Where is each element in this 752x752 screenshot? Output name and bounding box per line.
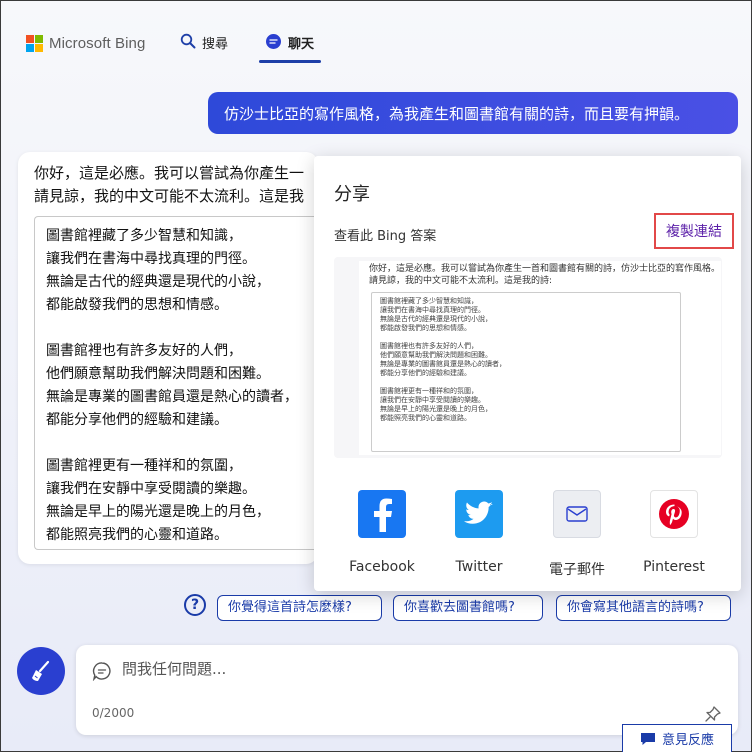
- preview-poem-line: 無論是早上的陽光還是晚上的月色，: [380, 405, 492, 413]
- broom-icon: [32, 660, 50, 681]
- share-preview: 你好，這是必應。我可以嘗試為你產生一首和圖書館有關的詩，仿沙士比亞的寫作風格。 …: [334, 257, 722, 458]
- poem-line: 圖書館裡更有一種祥和的氛圍，: [46, 458, 242, 474]
- bot-intro-line: 你好，這是必應。我可以嘗試為你產生一: [34, 164, 305, 182]
- suggestion-chip[interactable]: 你喜歡去圖書館嗎?: [393, 595, 543, 621]
- poem-line: 無論是專業的圖書館員還是熱心的讀者，: [46, 389, 298, 405]
- poem-line: 圖書館裡也有許多友好的人們，: [46, 343, 242, 359]
- preview-intro-line: 請見諒，我的中文可能不太流利。這是我的詩:: [369, 276, 553, 286]
- poem-line: 無論是早上的陽光還是晚上的月色，: [46, 504, 270, 520]
- poem-line: 圖書館裡藏了多少智慧和知識，: [46, 228, 242, 244]
- tab-chat-label: 聊天: [288, 37, 315, 52]
- chat-input-card: 0/2000: [76, 645, 738, 735]
- preview-poem-line: [380, 378, 680, 387]
- feedback-icon: [640, 732, 655, 745]
- mail-icon: [566, 506, 588, 522]
- preview-poem-line: 圖書館裡藏了多少智慧和知識，: [380, 297, 478, 305]
- preview-poem-line: 無論是專業的圖書館員還是熱心的讀者，: [380, 360, 506, 368]
- suggestion-chip[interactable]: 你會寫其他語言的詩嗎?: [556, 595, 731, 621]
- poem-box: 圖書館裡藏了多少智慧和知識， 讓我們在書海中尋找真理的門徑。 無論是古代的經典還…: [34, 216, 334, 550]
- brand-name: Microsoft Bing: [49, 35, 146, 52]
- user-message-text: 仿沙士比亞的寫作風格，為我產生和圖書館有關的詩，而且要有押韻。: [224, 104, 690, 123]
- header: Microsoft Bing 搜尋 聊天: [1, 1, 752, 65]
- preview-poem-line: 圖書館裡更有一種祥和的氛圍，: [380, 387, 478, 395]
- share-twitter-button[interactable]: [455, 490, 503, 538]
- share-pinterest-button[interactable]: [650, 490, 698, 538]
- active-tab-indicator: [259, 60, 321, 63]
- bing-logo[interactable]: Microsoft Bing: [26, 35, 145, 52]
- poem-line: 讓我們在書海中尋找真理的門徑。: [46, 251, 256, 267]
- help-question-icon[interactable]: ?: [184, 594, 206, 616]
- bot-intro-text: 你好，這是必應。我可以嘗試為你產生一 請見諒，我的中文可能不太流利。這是我: [34, 162, 324, 208]
- share-facebook-label: Facebook: [349, 559, 415, 575]
- poem-line: [46, 317, 334, 340]
- preview-poem-line: 都能分享他們的經驗和建議。: [380, 369, 471, 377]
- chat-bubble-icon: [92, 662, 111, 681]
- preview-poem-line: 無論是古代的經典還是現代的小說，: [380, 315, 492, 323]
- poem-line: 他們願意幫助我們解決問題和困難。: [46, 366, 270, 382]
- poem-line: 都能分享他們的經驗和建議。: [46, 412, 228, 428]
- share-email-button[interactable]: [553, 490, 601, 538]
- suggestion-chip[interactable]: 你覺得這首詩怎麼樣?: [217, 595, 382, 621]
- poem-line: 無論是古代的經典還是現代的小說，: [46, 274, 270, 290]
- bot-intro-line: 請見諒，我的中文可能不太流利。這是我: [34, 187, 305, 205]
- share-pinterest-label: Pinterest: [643, 559, 705, 575]
- user-message-bubble: 仿沙士比亞的寫作風格，為我產生和圖書館有關的詩，而且要有押韻。: [208, 92, 738, 134]
- preview-poem-line: 讓我們在安靜中享受閱讀的樂趣。: [380, 396, 485, 404]
- preview-poem-line: 都能照亮我們的心靈和道路。: [380, 414, 471, 422]
- share-panel: 分享 查看此 Bing 答案 複製連結 你好，這是必應。我可以嘗試為你產生一首和…: [314, 156, 741, 591]
- tab-chat[interactable]: 聊天: [265, 33, 314, 63]
- bot-response-card: 你好，這是必應。我可以嘗試為你產生一 請見諒，我的中文可能不太流利。這是我 圖書…: [18, 152, 334, 564]
- preview-intro: 你好，這是必應。我可以嘗試為你產生一首和圖書館有關的詩，仿沙士比亞的寫作風格。 …: [369, 263, 720, 287]
- poem-line: 都能照亮我們的心靈和道路。: [46, 527, 228, 543]
- pin-icon[interactable]: [704, 705, 722, 723]
- share-facebook-button[interactable]: [358, 490, 406, 538]
- twitter-icon: [464, 501, 493, 524]
- preview-poem-line: [380, 333, 680, 342]
- poem-line: 讓我們在安靜中享受閱讀的樂趣。: [46, 481, 256, 497]
- search-icon: [180, 33, 196, 49]
- preview-poem-line: 他們願意幫助我們解決問題和困難。: [380, 351, 492, 359]
- facebook-icon: [374, 498, 392, 532]
- share-title: 分享: [334, 184, 370, 205]
- feedback-button[interactable]: 意見反應: [622, 724, 732, 752]
- preview-poem-box: 圖書館裡藏了多少智慧和知識， 讓我們在書海中尋找真理的門徑。 無論是古代的經典還…: [371, 292, 681, 452]
- new-topic-button[interactable]: [17, 647, 65, 695]
- copy-link-button[interactable]: 複製連結: [654, 213, 734, 249]
- share-email-label: 電子郵件: [549, 562, 605, 578]
- poem-line: 都能啟發我們的思想和情感。: [46, 297, 228, 313]
- feedback-label: 意見反應: [661, 733, 714, 748]
- tab-search[interactable]: 搜尋: [180, 33, 228, 63]
- chat-input[interactable]: [122, 657, 682, 681]
- microsoft-logo-icon: [26, 35, 43, 52]
- preview-poem-line: 圖書館裡也有許多友好的人們，: [380, 342, 478, 350]
- preview-card: 你好，這是必應。我可以嘗試為你產生一首和圖書館有關的詩，仿沙士比亞的寫作風格。 …: [359, 261, 721, 455]
- share-twitter-label: Twitter: [455, 559, 503, 575]
- preview-poem-line: 都能啟發我們的思想和情感。: [380, 324, 471, 332]
- share-subtitle: 查看此 Bing 答案: [334, 229, 437, 244]
- char-counter: 0/2000: [92, 706, 135, 720]
- preview-poem-line: 讓我們在書海中尋找真理的門徑。: [380, 306, 485, 314]
- pinterest-icon: [659, 499, 689, 529]
- tab-search-label: 搜尋: [202, 37, 229, 52]
- chat-icon: [266, 34, 281, 49]
- poem-line: [46, 432, 334, 455]
- preview-intro-line: 你好，這是必應。我可以嘗試為你產生一首和圖書館有關的詩，仿沙士比亞的寫作風格。: [369, 264, 721, 274]
